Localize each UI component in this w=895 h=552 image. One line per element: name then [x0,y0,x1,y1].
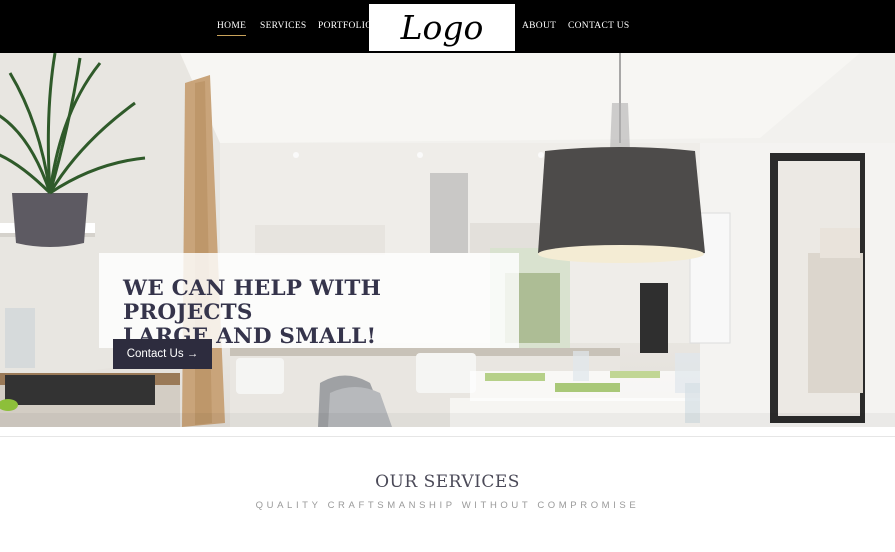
section-divider [0,436,895,437]
hero-overlay-card: WE CAN HELP WITH PROJECTS LARGE AND SMAL… [99,253,519,349]
nav-about-link[interactable]: ABOUT [522,21,556,31]
top-navigation-bar: HOME SERVICES PORTFOLIO Logo ABOUT CONTA… [0,0,895,53]
services-heading: OUR SERVICES [375,472,520,492]
nav-services-link[interactable]: SERVICES [260,21,307,31]
hero-title-line-1: WE CAN HELP WITH PROJECTS [123,276,382,325]
hero-background-image [0,53,895,427]
nav-contact-link[interactable]: CONTACT US [568,21,629,31]
services-subheading: QUALITY CRAFTSMANSHIP WITHOUT COMPROMISE [255,500,640,511]
logo[interactable]: Logo [369,4,515,51]
hero-section: WE CAN HELP WITH PROJECTS LARGE AND SMAL… [0,53,895,427]
logo-text: Logo [400,8,484,47]
nav-portfolio-link[interactable]: PORTFOLIO [318,21,372,31]
nav-home-link[interactable]: HOME [217,21,247,36]
contact-us-button[interactable]: Contact Us → [113,339,212,369]
